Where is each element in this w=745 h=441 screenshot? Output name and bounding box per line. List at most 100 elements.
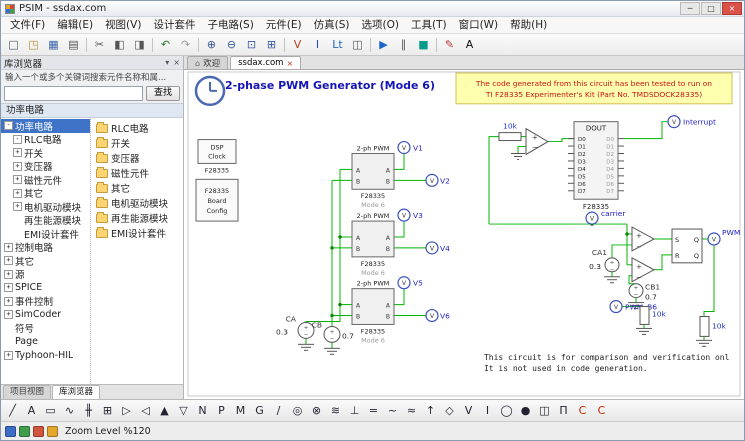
stop-simulation-icon[interactable]: ■ — [414, 36, 433, 53]
resistor-r2[interactable]: 10k — [640, 307, 667, 325]
library-tree-item[interactable]: 再生能源模块 — [1, 214, 90, 228]
library-tree-item[interactable]: + 其它 — [1, 254, 90, 268]
probe-interrupt[interactable]: V Interrupt — [668, 116, 716, 128]
tree-expander-icon[interactable]: - — [4, 121, 13, 130]
coupled-inductor-icon[interactable]: ≋ — [326, 402, 345, 420]
menu-item[interactable]: 编辑(E) — [51, 17, 99, 33]
tree-expander-icon[interactable]: + — [4, 351, 13, 360]
library-tree-item[interactable]: 符号 — [1, 322, 90, 336]
library-category-header[interactable]: 功率电路 — [1, 103, 183, 118]
current-source-icon[interactable]: ↑ — [421, 402, 440, 420]
menu-item[interactable]: 文件(F) — [4, 17, 51, 33]
close-panel-icon[interactable]: × — [173, 58, 180, 67]
menu-item[interactable]: 选项(O) — [356, 17, 405, 33]
probe-pwm[interactable]: V PWM — [708, 228, 740, 245]
tree-expander-icon[interactable]: + — [4, 283, 13, 292]
pwm-block-1[interactable]: 2-ph PWM A A B B F28335 Mode 6 — [352, 145, 394, 210]
source-ca[interactable]: + − CA 0.3 — [276, 314, 314, 338]
schematic-window-icon[interactable] — [5, 426, 16, 437]
close-button[interactable]: × — [722, 2, 742, 15]
new-file-icon[interactable]: □ — [4, 36, 23, 53]
library-folder-item[interactable]: 电机驱动模块 — [96, 195, 183, 210]
probe-v4[interactable]: V V4 — [426, 242, 450, 254]
probe-carrier[interactable]: V carrier — [586, 209, 626, 224]
wire-pencil-icon[interactable]: ✎ — [440, 36, 459, 53]
simview-window-icon[interactable] — [19, 426, 30, 437]
copy-icon[interactable]: ◧ — [110, 36, 129, 53]
text-tool-icon[interactable]: A — [460, 36, 479, 53]
c-script-block-icon[interactable]: C — [573, 402, 592, 420]
thyristor-icon[interactable]: ▲ — [155, 402, 174, 420]
tree-expander-icon[interactable]: + — [13, 202, 22, 211]
search-button[interactable]: 查找 — [146, 86, 180, 101]
dc-source-icon[interactable]: = — [364, 402, 383, 420]
probe-v6[interactable]: V V6 — [426, 310, 450, 322]
menu-item[interactable]: 设计套件 — [147, 17, 201, 33]
resistor-icon[interactable]: ▭ — [41, 402, 60, 420]
runtime-window-icon[interactable] — [33, 426, 44, 437]
menu-item[interactable]: 视图(V) — [99, 17, 147, 33]
redo-icon[interactable]: ↷ — [176, 36, 195, 53]
tree-expander-icon[interactable]: + — [4, 243, 13, 252]
tree-expander-icon[interactable]: + — [4, 256, 13, 265]
library-tree-item[interactable]: Page — [1, 335, 90, 349]
c-block-icon[interactable]: C — [592, 402, 611, 420]
menu-item[interactable]: 工具(T) — [405, 17, 453, 33]
library-tree-item[interactable]: + 其它 — [1, 187, 90, 201]
switch-icon[interactable]: ∕ — [269, 402, 288, 420]
pnp-transistor-icon[interactable]: P — [212, 402, 231, 420]
library-tree-item[interactable]: + 电机驱动模块 — [1, 200, 90, 214]
clock-icon[interactable] — [196, 77, 224, 105]
library-folder-item[interactable]: 磁性元件 — [96, 165, 183, 180]
sr-flipflop[interactable]: S R Q Q — [672, 229, 702, 263]
tree-expander-icon[interactable]: + — [4, 270, 13, 279]
wire-tool-icon[interactable]: ╱ — [3, 402, 22, 420]
current-probe-icon[interactable]: I — [478, 402, 497, 420]
library-tree-item[interactable]: + SPICE — [1, 281, 90, 295]
diode-icon[interactable]: ▷ — [117, 402, 136, 420]
library-tree-item[interactable]: + 源 — [1, 268, 90, 282]
comparator-1[interactable]: + − — [632, 227, 654, 251]
minimize-button[interactable]: ─ — [680, 2, 700, 15]
library-folder-item[interactable]: 变压器 — [96, 150, 183, 165]
pwm-block-2[interactable]: 2-ph PWM A A B B F28335 Mode 6 — [352, 212, 394, 277]
tree-expander-icon[interactable]: + — [13, 175, 22, 184]
footer-note-line2[interactable]: It is not used in code generation. — [484, 364, 648, 373]
zoom-in-icon[interactable]: ⊕ — [202, 36, 221, 53]
doc-tab[interactable]: ⌂ 欢迎 — [187, 56, 228, 69]
igbt-icon[interactable]: G — [250, 402, 269, 420]
undo-icon[interactable]: ↶ — [156, 36, 175, 53]
resistor-r1[interactable]: 10k — [499, 122, 521, 141]
maximize-button[interactable]: □ — [701, 2, 721, 15]
library-tree-item[interactable]: + SimCoder — [1, 308, 90, 322]
footer-note-line1[interactable]: This circuit is for comparison and verif… — [484, 353, 730, 362]
tree-expander-icon[interactable]: + — [13, 189, 22, 198]
menu-item[interactable]: 元件(E) — [260, 17, 308, 33]
source-cb[interactable]: + − CB 0.7 — [312, 320, 355, 342]
sidebar-tab[interactable]: 库浏览器 — [52, 385, 100, 399]
schematic-title[interactable]: 2-phase PWM Generator (Mode 6) — [225, 79, 435, 92]
voltmeter-icon[interactable]: ◯ — [497, 402, 516, 420]
library-folder-item[interactable]: EMI设计套件 — [96, 225, 183, 240]
tab-close-icon[interactable]: × — [286, 59, 293, 68]
paste-icon[interactable]: ◨ — [130, 36, 149, 53]
probe-v5[interactable]: V V5 — [398, 277, 423, 289]
probe-pwm-b6[interactable]: V PWM_B6 — [610, 301, 657, 313]
tree-expander-icon[interactable]: + — [4, 297, 13, 306]
menu-item[interactable]: 窗口(W) — [453, 17, 505, 33]
library-tree-item[interactable]: + 变压器 — [1, 160, 90, 174]
npn-transistor-icon[interactable]: N — [193, 402, 212, 420]
library-tree-item[interactable]: + 开关 — [1, 146, 90, 160]
library-folder-item[interactable]: RLC电路 — [96, 120, 183, 135]
zoom-fit-icon[interactable]: ⊞ — [262, 36, 281, 53]
transformer-icon[interactable]: ◎ — [288, 402, 307, 420]
print-icon[interactable]: ▤ — [64, 36, 83, 53]
menu-item[interactable]: 帮助(H) — [504, 17, 553, 33]
comparator-2[interactable]: + − — [632, 258, 654, 282]
note-box[interactable]: The code generated from this circuit has… — [456, 73, 732, 104]
cut-icon[interactable]: ✂ — [90, 36, 109, 53]
scope-icon[interactable]: ◫ — [348, 36, 367, 53]
pwm-block-3[interactable]: 2-ph PWM A A B B F28335 Mode 6 — [352, 280, 394, 345]
ammeter-icon[interactable]: ● — [516, 402, 535, 420]
opamp-buffer[interactable]: + − — [526, 129, 548, 155]
